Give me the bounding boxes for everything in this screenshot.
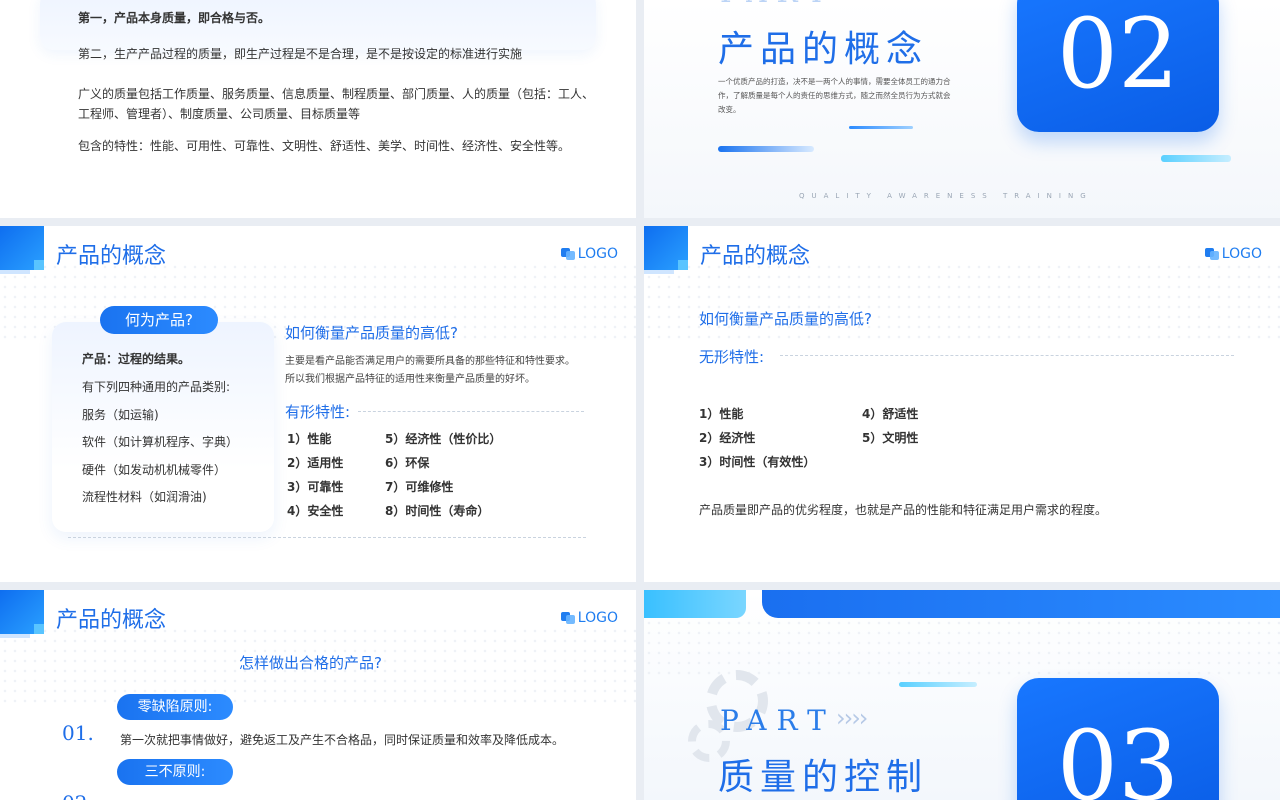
slide-title: 产品的概念 <box>56 244 167 269</box>
desc-line-2: 作，了解质量是每个人的责任的思维方式，随之而然全员行为方式就会 <box>718 91 951 100</box>
intangible-item: 3）时间性（有效性） <box>699 455 816 469</box>
divider <box>780 355 1234 356</box>
logo: LOGO <box>560 246 618 262</box>
text-line-3a: 广义的质量包括工作质量、服务质量、信息质量、制程质量、部门质量、人的质量（包括：… <box>78 87 595 101</box>
accent-bar <box>849 126 913 129</box>
product-definition: 产品：过程的结果。 <box>82 352 191 366</box>
tangible-item: 6）环保 <box>385 456 430 470</box>
logo-text: LOGO <box>577 246 618 262</box>
header-accent <box>644 270 674 274</box>
desc-line-3: 改变。 <box>718 105 741 114</box>
slide-product-concept-intangible: 产品的概念 LOGO 如何衡量产品质量的高低? 无形特性: 1）性能 2）经济性… <box>644 226 1280 582</box>
divider <box>358 411 584 412</box>
intangible-item: 1）性能 <box>699 407 744 421</box>
zero-defect-pill: 零缺陷原则: <box>117 694 233 720</box>
three-no-pill: 三不原则: <box>117 759 233 785</box>
background-pattern <box>644 262 1280 342</box>
header-accent <box>34 260 44 270</box>
paragraph-line: 所以我们根据产品特征的适用性来衡量产品质量的好坏。 <box>285 374 535 385</box>
principle-text: 第一次就把事情做好，避免返工及产生不合格品，同时保证质量和效率及降低成本。 <box>120 733 565 747</box>
logo-text: LOGO <box>577 610 618 626</box>
list-item: 软件（如计算机程序、字典） <box>82 435 239 449</box>
header-accent <box>34 624 44 634</box>
slide-part-03: PART ›››› 质量的控制 03 <box>644 590 1280 800</box>
accent-bar <box>718 146 814 152</box>
question-heading: 如何衡量产品质量的高低? <box>285 324 458 342</box>
logo: LOGO <box>1204 246 1262 262</box>
slide-qualified-product: 产品的概念 LOGO 怎样做出合格的产品? 零缺陷原则: 01. 第一次就把事情… <box>0 590 636 800</box>
tangible-item: 2）适用性 <box>287 456 344 470</box>
tangible-item: 5）经济性（性价比） <box>385 432 502 446</box>
text-line-2: 第二，生产产品过程的质量，即生产过程是不是合理，是不是按设定的标准进行实施 <box>78 47 523 61</box>
text-line-3b: 工程师、管理者）、制度质量、公司质量、目标质量等 <box>78 107 361 121</box>
section-description: 一个优质产品的打造，决不是一两个人的事情，需要全体员工的通力合 作，了解质量是每… <box>718 75 951 117</box>
chevrons-icon: ›››› <box>836 704 868 732</box>
logo-text: LOGO <box>1221 246 1262 262</box>
tangible-item: 4）安全性 <box>287 504 344 518</box>
header-accent <box>0 634 30 638</box>
divider <box>68 537 586 538</box>
product-categories-intro: 有下列四种通用的产品类别: <box>82 380 231 394</box>
index-number: 01. <box>62 721 94 745</box>
explanation-paragraph: 主要是看产品能否满足用户的需要所具备的那些特征和特性要求。 所以我们根据产品特征… <box>285 353 575 389</box>
desc-line-1: 一个优质产品的打造，决不是一两个人的事情，需要全体员工的通力合 <box>718 77 951 86</box>
list-item: 硬件（如发动机机械零件） <box>82 463 227 477</box>
accent-bar <box>1161 155 1231 162</box>
part-label: PART <box>720 0 836 9</box>
text-line-1: 第一，产品本身质量，即合格与否。 <box>78 11 271 25</box>
slide-title: 产品的概念 <box>700 244 811 269</box>
tangible-item: 3）可靠性 <box>287 480 344 494</box>
top-banner <box>762 590 1280 618</box>
slide-title: 产品的概念 <box>56 608 167 633</box>
footer-tagline: QUALITY AWARENESS TRAINING <box>799 192 1093 200</box>
intangible-item: 4）舒适性 <box>862 407 919 421</box>
logo: LOGO <box>560 610 618 626</box>
intangible-item: 2）经济性 <box>699 431 756 445</box>
section-title: 产品的概念 <box>718 29 929 70</box>
logo-icon <box>560 612 575 624</box>
tangible-item: 8）时间性（寿命） <box>385 504 490 518</box>
logo-icon <box>560 248 575 260</box>
summary-text: 产品质量即产品的优劣程度，也就是产品的性能和特征满足用户需求的程度。 <box>699 503 1108 517</box>
part-number: 03 <box>1056 710 1180 800</box>
text-line-4: 包含的特性：性能、可用性、可靠性、文明性、舒适性、美学、时间性、经济性、安全性等… <box>78 139 571 153</box>
part-label: PART <box>720 704 836 737</box>
slide-quality-definition: 第一，产品本身质量，即合格与否。 第二，生产产品过程的质量，即生产过程是不是合理… <box>0 0 636 218</box>
top-accent <box>644 590 746 618</box>
intangible-item: 5）文明性 <box>862 431 919 445</box>
intangible-heading: 无形特性: <box>699 348 765 366</box>
slide-product-concept: 产品的概念 LOGO 何为产品? 产品：过程的结果。 有下列四种通用的产品类别:… <box>0 226 636 582</box>
background-pattern <box>644 618 1280 678</box>
section-title: 质量的控制 <box>718 757 929 798</box>
question-heading: 怎样做出合格的产品? <box>239 654 382 672</box>
paragraph-line: 主要是看产品能否满足用户的需要所具备的那些特征和特性要求。 <box>285 356 575 367</box>
question-heading: 如何衡量产品质量的高低? <box>699 310 872 328</box>
logo-icon <box>1204 248 1219 260</box>
part-number-box: 03 <box>1017 678 1219 800</box>
index-number: 02 <box>62 791 87 800</box>
tangible-item: 7）可维修性 <box>385 480 454 494</box>
list-item: 服务（如运输) <box>82 408 159 422</box>
list-item: 流程性材料（如润滑油) <box>82 490 207 504</box>
part-number-box: 02 <box>1017 0 1219 132</box>
header-accent <box>678 260 688 270</box>
tangible-heading: 有形特性: <box>285 403 351 421</box>
slide-part-02: PART 产品的概念 一个优质产品的打造，决不是一两个人的事情，需要全体员工的通… <box>644 0 1280 218</box>
part-number: 02 <box>1056 0 1180 110</box>
tangible-item: 1）性能 <box>287 432 332 446</box>
header-accent <box>0 270 30 274</box>
what-is-product-pill: 何为产品? <box>100 306 218 334</box>
accent-bar <box>899 682 977 687</box>
